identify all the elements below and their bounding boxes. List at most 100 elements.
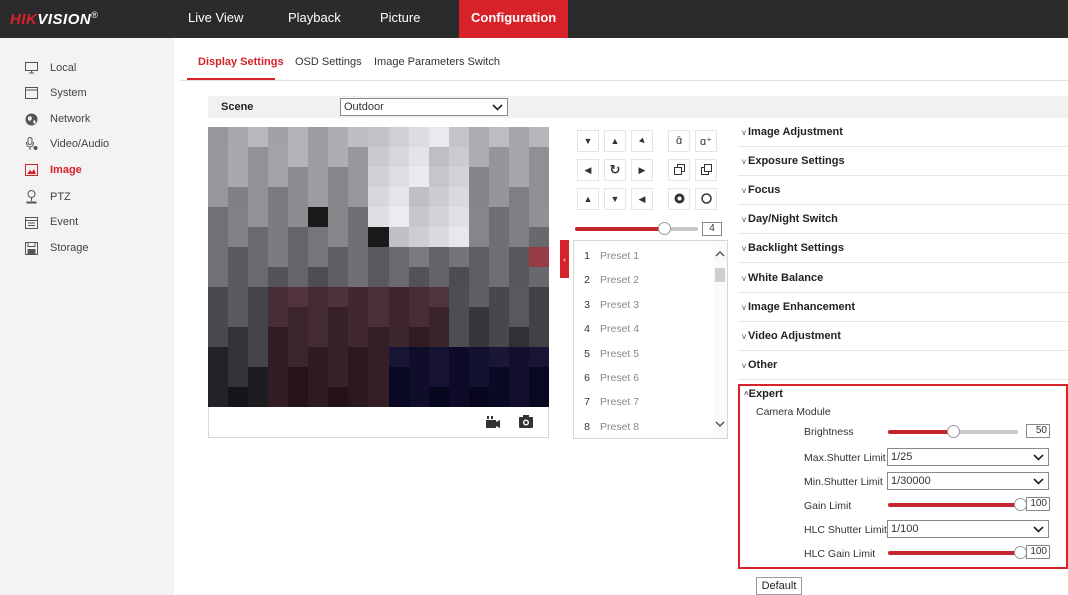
nav-tab-configuration[interactable]: Configuration [459,0,569,38]
scrollbar-thumb[interactable] [715,268,725,282]
chevron-down-icon: v [742,331,746,341]
ptz-right-button[interactable]: ▶ [631,159,653,181]
preset-name: Preset 4 [600,323,640,336]
preset-item[interactable]: 6 Preset 6 [574,366,714,390]
section-white-balance[interactable]: v White Balance [742,272,823,284]
gain-limit-value[interactable]: 100 [1026,497,1050,511]
preset-item[interactable]: 2 Preset 2 [574,268,714,292]
section-video-adjustment[interactable]: v Video Adjustment [742,330,841,342]
record-icon[interactable] [486,416,501,432]
ptz-up-right-button[interactable]: ▼ [631,130,653,152]
ptz-speed-handle[interactable] [658,222,671,235]
nav-tab-live-view[interactable]: Live View [188,0,243,38]
preset-number: 7 [584,396,590,409]
arrow-up-icon: ▲ [583,194,593,204]
preset-scrollbar[interactable] [713,241,727,438]
section-image-adjustment[interactable]: v Image Adjustment [742,126,843,138]
ptz-up-left-button[interactable]: ▼ [577,130,599,152]
sidebar-item-image[interactable]: Image [24,161,82,179]
focus-far-button[interactable] [695,159,717,181]
brightness-value[interactable]: 50 [1026,424,1050,438]
default-button[interactable]: Default [756,577,802,595]
max-shutter-label: Max.Shutter Limit [804,452,886,464]
zoom-in-button[interactable]: ɑ⁺ [695,130,717,152]
arrow-left-icon: ◀ [638,193,646,204]
ptz-left-button[interactable]: ◀ [577,159,599,181]
video-preview[interactable] [208,127,549,407]
tab-osd-settings[interactable]: OSD Settings [295,56,362,68]
video-toolbar [208,407,549,438]
scene-select[interactable]: Outdoor [340,98,508,116]
capture-icon[interactable] [519,415,533,431]
nav-tab-playback[interactable]: Playback [288,0,341,38]
section-title: Video Adjustment [748,329,841,342]
zoom-out-icon: ɑ̄ [675,135,683,147]
hlc-gain-value[interactable]: 100 [1026,545,1050,559]
zoom-out-button[interactable]: ɑ̄ [668,130,690,152]
preset-number: 4 [584,323,590,336]
ptz-auto-button[interactable]: ↻ [604,159,626,181]
section-exposure-settings[interactable]: v Exposure Settings [742,155,845,167]
tab-display-settings[interactable]: Display Settings [198,56,284,68]
sidebar-item-label: Image [50,164,82,176]
sidebar-item-storage[interactable]: Storage [24,239,89,257]
preset-name: Preset 5 [600,347,640,360]
hlc-shutter-select[interactable]: 1/100 [887,520,1049,538]
chevron-up-icon[interactable] [715,249,725,261]
iris-open-button[interactable] [695,188,717,210]
preset-name: Preset 6 [600,372,640,384]
preset-item[interactable]: 8 Preset 8 [574,415,714,439]
camera-module-label: Camera Module [756,406,831,418]
arrow-down-icon: ▼ [583,136,593,146]
preset-item[interactable]: 4 Preset 4 [574,317,714,341]
ptz-down-right-button[interactable]: ◀ [631,188,653,210]
chevron-down-icon [1033,474,1044,493]
chevron-down-icon[interactable] [715,419,725,431]
section-other[interactable]: v Other [742,359,777,371]
section-divider [738,233,1068,235]
preset-item[interactable]: 5 Preset 5 [574,342,714,366]
globe-icon [24,112,38,126]
zoom-in-icon: ɑ⁺ [700,135,712,148]
section-image-enhancement[interactable]: v Image Enhancement [742,301,855,313]
arrow-down-icon: ▼ [610,194,620,204]
gain-limit-slider[interactable] [888,498,1027,511]
min-shutter-select[interactable]: 1/30000 [887,472,1049,490]
sidebar-item-ptz[interactable]: PTZ [24,188,71,206]
nav-tab-picture[interactable]: Picture [380,0,420,38]
hlc-gain-slider[interactable] [888,546,1027,559]
ptz-speed-slider[interactable] [575,222,698,235]
sidebar-item-video-audio[interactable]: Video/Audio [24,135,109,153]
sidebar-item-label: PTZ [50,191,71,203]
expert-section-header[interactable]: ^Expert [744,388,783,400]
iris-close-button[interactable] [668,188,690,210]
preset-item[interactable]: 7 Preset 7 [574,390,714,414]
sidebar-item-event[interactable]: Event [24,213,78,231]
section-day-night-switch[interactable]: v Day/Night Switch [742,213,838,225]
ptz-down-button[interactable]: ▼ [604,188,626,210]
ptz-down-left-button[interactable]: ▲ [577,188,599,210]
max-shutter-select[interactable]: 1/25 [887,448,1049,466]
focus-near-button[interactable] [668,159,690,181]
ptz-speed-value[interactable]: 4 [702,222,722,236]
section-backlight-settings[interactable]: v Backlight Settings [742,242,844,254]
hlc-gain-label: HLC Gain Limit [804,548,876,560]
collapse-panel-button[interactable]: ‹ [560,240,569,278]
section-focus[interactable]: v Focus [742,184,780,196]
chevron-down-icon: v [742,128,746,137]
section-title: Image Enhancement [748,300,855,313]
min-shutter-label: Min.Shutter Limit [804,476,883,488]
preset-item[interactable]: 3 Preset 3 [574,293,714,317]
sidebar-item-label: Event [50,216,79,228]
section-divider [738,320,1068,322]
preset-number: 1 [584,250,590,262]
brightness-handle[interactable] [947,425,960,438]
sidebar-item-system[interactable]: System [24,84,87,102]
ptz-up-button[interactable]: ▲ [604,130,626,152]
preset-item[interactable]: 1 Preset 1 [574,244,714,268]
tab-image-parameters-switch[interactable]: Image Parameters Switch [374,56,500,68]
preset-number: 3 [584,298,590,311]
sidebar-item-network[interactable]: Network [24,110,90,128]
sidebar-item-local[interactable]: Local [24,59,76,77]
brightness-slider[interactable] [888,425,1018,438]
